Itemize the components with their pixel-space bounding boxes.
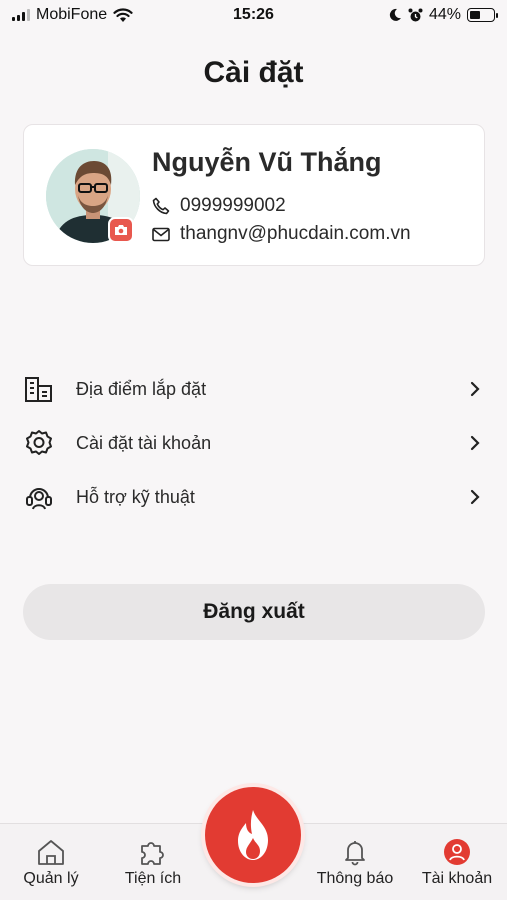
battery-icon — [467, 8, 498, 22]
gear-icon — [24, 427, 56, 459]
page-title: Cài đặt — [203, 56, 304, 89]
phone-number: 0999999002 — [180, 195, 286, 216]
home-icon — [38, 840, 64, 865]
change-avatar-button[interactable] — [108, 217, 134, 243]
tab-label: Tài khoản — [421, 870, 493, 887]
menu-item-technical-support[interactable]: Hỗ trợ kỹ thuật — [0, 470, 507, 524]
menu-item-account-settings[interactable]: Cài đặt tài khoản — [0, 416, 507, 470]
flame-icon — [238, 810, 268, 860]
user-name: Nguyễn Vũ Thắng — [152, 147, 382, 177]
tab-label: Quản lý — [23, 870, 79, 887]
tab-notifications[interactable]: Thông báo — [308, 824, 402, 900]
phone-row: 0999999002 — [152, 195, 286, 217]
email-address: thangnv@phucdain.com.vn — [180, 223, 411, 244]
settings-menu: Địa điểm lắp đặt Cài đặt tài khoản Hỗ tr… — [0, 362, 507, 524]
camera-icon — [115, 225, 127, 235]
email-row: thangnv@phucdain.com.vn — [152, 223, 411, 245]
center-fire-button[interactable] — [205, 787, 301, 883]
tab-management[interactable]: Quản lý — [8, 824, 94, 900]
logout-button[interactable]: Đăng xuất — [23, 584, 485, 640]
battery-percent: 44% — [428, 6, 461, 23]
chevron-right-icon — [467, 381, 483, 397]
alarm-icon — [408, 8, 423, 21]
tab-utilities[interactable]: Tiện ích — [108, 824, 198, 900]
wifi-icon — [113, 7, 133, 22]
phone-icon — [152, 197, 170, 215]
menu-item-label: Địa điểm lắp đặt — [76, 378, 207, 399]
moon-icon — [389, 8, 401, 21]
menu-item-installation-locations[interactable]: Địa điểm lắp đặt — [0, 362, 507, 416]
mail-icon — [152, 227, 170, 241]
chevron-right-icon — [467, 435, 483, 451]
bell-icon — [345, 841, 365, 866]
building-icon — [24, 373, 56, 405]
tab-account[interactable]: Tài khoản — [412, 824, 502, 900]
support-icon — [24, 481, 56, 513]
user-icon — [444, 839, 470, 865]
menu-item-label: Cài đặt tài khoản — [76, 432, 212, 453]
menu-item-label: Hỗ trợ kỹ thuật — [76, 486, 195, 507]
carrier-label: MobiFone — [36, 6, 108, 23]
tab-label: Thông báo — [316, 870, 394, 887]
status-bar: MobiFone 15:26 44% — [0, 0, 507, 30]
chevron-right-icon — [467, 489, 483, 505]
profile-card: Nguyễn Vũ Thắng 0999999002 thangnv@phucd… — [23, 124, 485, 266]
puzzle-icon — [141, 842, 164, 865]
tab-label: Tiện ích — [124, 870, 182, 887]
signal-icon — [12, 9, 30, 21]
